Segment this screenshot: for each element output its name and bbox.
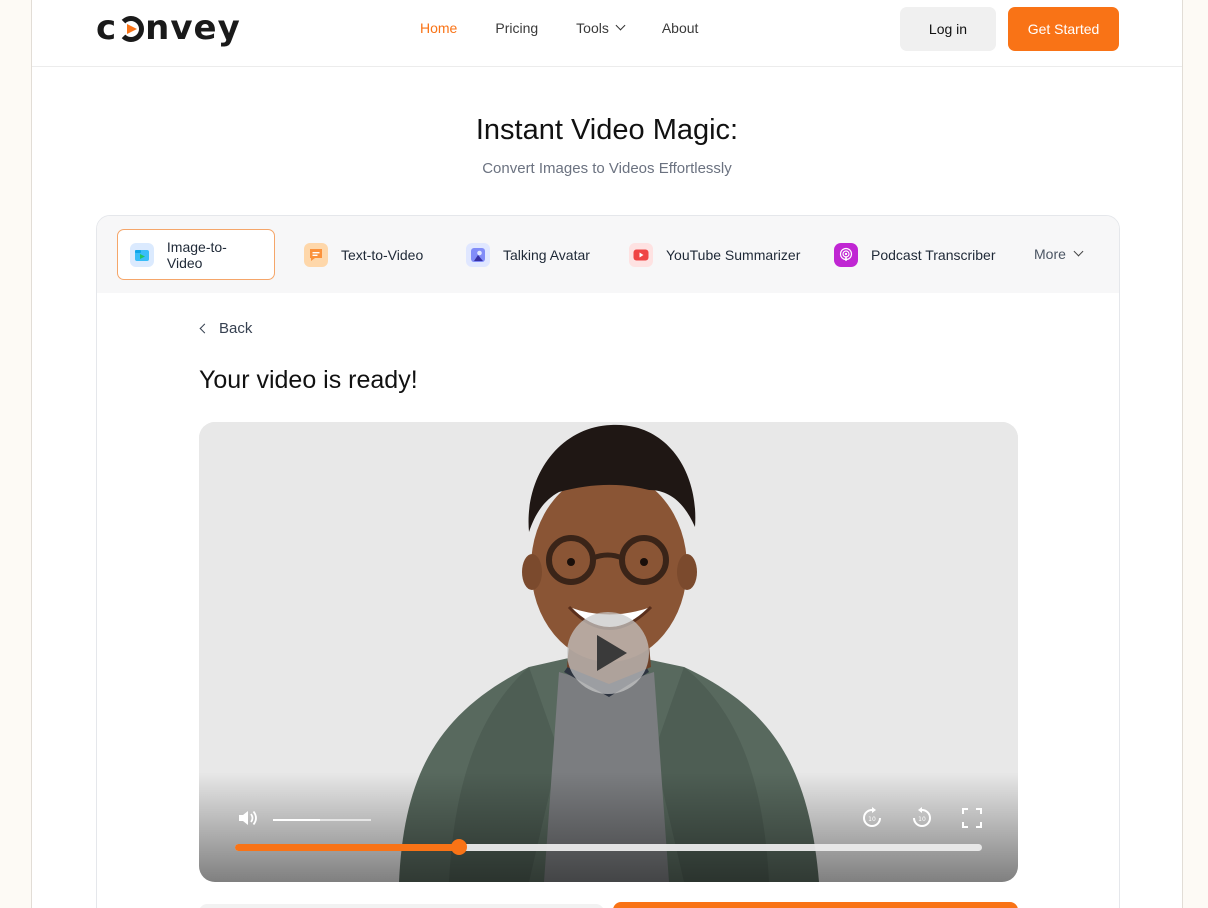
app-window: c nvey Home Pricing Tools About Log in Ge…	[31, 0, 1183, 908]
hero-subtitle: Convert Images to Videos Effortlessly	[482, 160, 732, 177]
tab-youtube-summarizer[interactable]: YouTube Summarizer	[629, 229, 800, 280]
tab-text-to-video[interactable]: Text-to-Video	[304, 229, 423, 280]
nav-about-label: About	[661, 20, 699, 36]
forward-10-icon[interactable]: 10	[911, 807, 933, 834]
login-button[interactable]: Log in	[900, 7, 996, 51]
tab-image-to-video[interactable]: Image-to-Video	[117, 229, 275, 280]
avatar-icon	[466, 242, 490, 267]
secondary-action-button[interactable]	[199, 904, 604, 908]
back-button[interactable]: Back	[199, 320, 253, 337]
back-label: Back	[219, 320, 253, 337]
svg-text:10: 10	[918, 816, 926, 823]
convey-logo[interactable]: c nvey	[96, 8, 241, 48]
tool-panel: Image-to-Video Text-to-Video Talking Ava…	[96, 215, 1120, 908]
rewind-10-icon[interactable]: 10	[861, 807, 883, 834]
nav-home-label: Home	[420, 20, 458, 36]
volume-level	[273, 819, 321, 821]
logo-play-mark	[118, 16, 145, 42]
svg-text:10: 10	[868, 816, 876, 823]
chevron-left-icon	[199, 323, 210, 334]
player-controls-overlay	[199, 772, 1018, 882]
nav-tools-label: Tools	[576, 20, 609, 36]
nav-pricing-link[interactable]: Pricing	[495, 20, 538, 36]
nav-about-link[interactable]: About	[662, 20, 699, 36]
play-button[interactable]	[567, 612, 649, 694]
tab-label: Text-to-Video	[341, 246, 424, 263]
chevron-down-icon	[615, 20, 626, 30]
get-started-button[interactable]: Get Started	[1008, 7, 1119, 51]
youtube-icon	[629, 242, 653, 267]
tab-label: Podcast Transcriber	[871, 246, 996, 263]
more-label: More	[1034, 246, 1066, 262]
nav-home-link[interactable]: Home	[420, 20, 457, 36]
progress-handle[interactable]	[451, 839, 468, 855]
tool-tabs: Image-to-Video Text-to-Video Talking Ava…	[97, 216, 1119, 293]
volume-slider[interactable]	[273, 819, 371, 821]
tab-podcast-transcriber[interactable]: Podcast Transcriber	[834, 229, 996, 280]
video-player[interactable]: 10 10	[199, 422, 1018, 882]
volume-icon[interactable]	[237, 808, 259, 833]
primary-action-button[interactable]	[613, 902, 1018, 908]
fullscreen-icon[interactable]	[961, 807, 983, 834]
chevron-down-icon	[1073, 246, 1084, 256]
image-video-icon	[130, 242, 154, 267]
video-progress-bar[interactable]	[235, 839, 982, 855]
more-tools-dropdown[interactable]: More	[1034, 246, 1084, 262]
nav-pricing-label: Pricing	[495, 20, 539, 36]
tab-talking-avatar[interactable]: Talking Avatar	[466, 229, 590, 280]
tab-label: Image-to-Video	[166, 238, 227, 271]
progress-fill	[235, 844, 460, 851]
hero-title: Instant Video Magic:	[475, 114, 739, 146]
text-chat-icon	[304, 242, 328, 267]
main-nav: Home Pricing Tools About	[420, 20, 736, 36]
nav-tools-dropdown[interactable]: Tools	[576, 20, 626, 36]
result-title: Your video is ready!	[199, 366, 418, 394]
top-nav-bar: c nvey Home Pricing Tools About Log in Ge…	[32, 0, 1182, 67]
podcast-icon	[834, 242, 858, 267]
tab-label: YouTube Summarizer	[666, 246, 801, 263]
tab-label: Talking Avatar	[503, 246, 590, 263]
